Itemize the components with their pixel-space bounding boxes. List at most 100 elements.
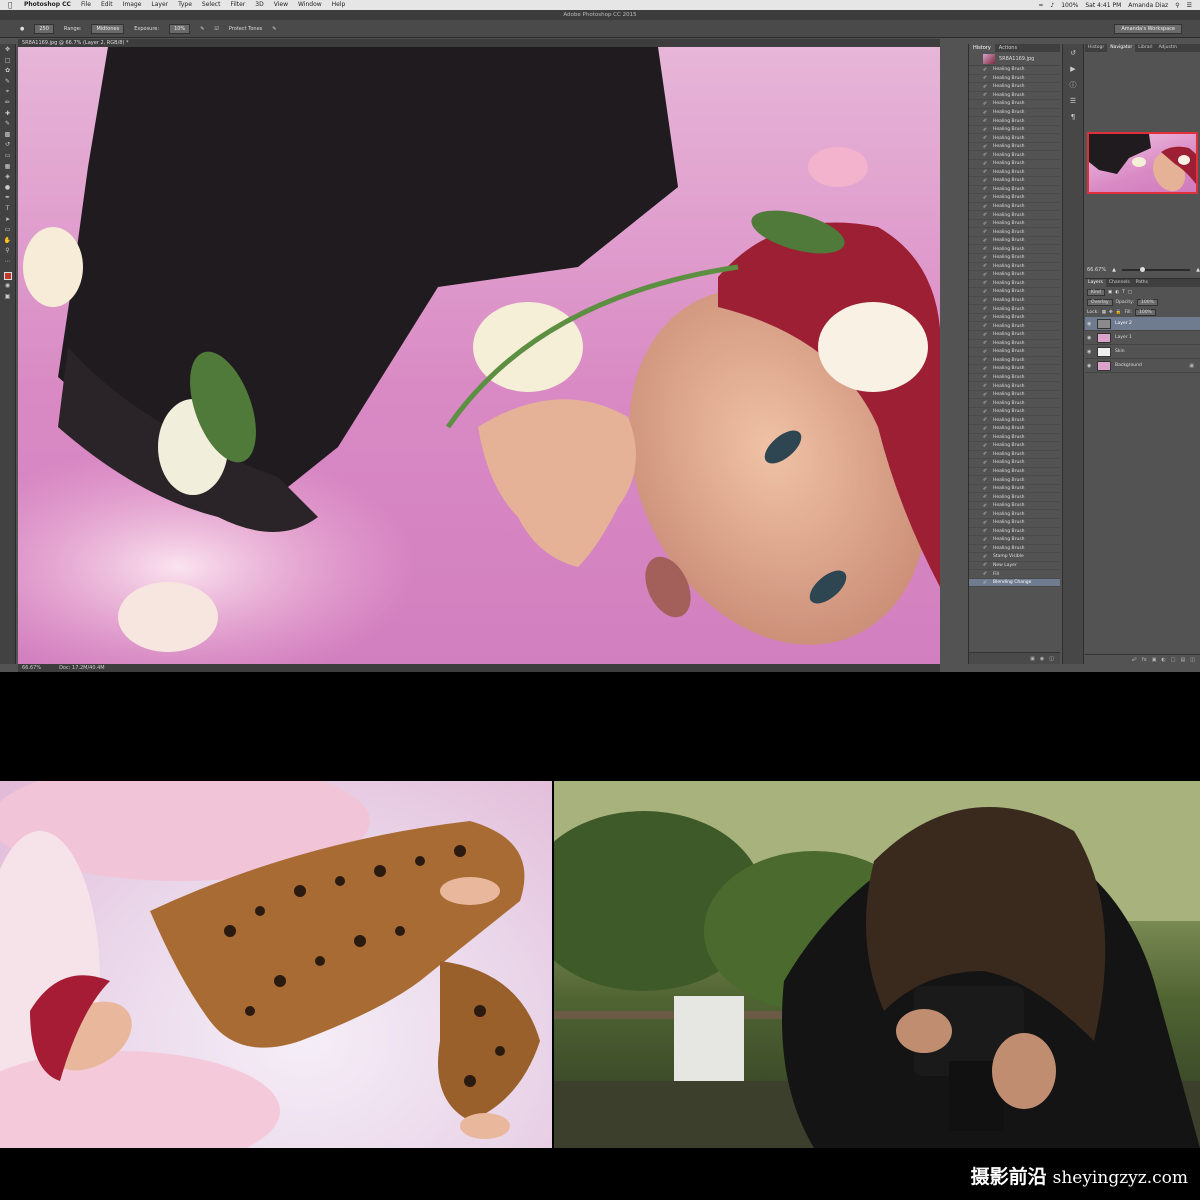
history-item[interactable]: ✐ Healing Brush [969,117,1060,126]
history-item[interactable]: ✐ Healing Brush [969,169,1060,178]
battery-text[interactable]: 100% [1061,2,1078,9]
lock-all-icon[interactable]: 🔒 [1116,310,1122,315]
tab-histogram[interactable]: Histogr [1085,44,1107,52]
menu-window[interactable]: Window [298,0,322,10]
eye-icon[interactable]: ◉ [1087,321,1093,327]
tab-adjustments[interactable]: Adjustm [1156,44,1180,52]
history-item[interactable]: ✐ Healing Brush [969,348,1060,357]
zoom-in-icon[interactable]: ▲ [1196,267,1200,273]
history-item[interactable]: ✐ Healing Brush [969,211,1060,220]
user-name[interactable]: Amanda Diaz [1128,2,1168,9]
history-item[interactable]: ✐ Healing Brush [969,75,1060,84]
tab-paths[interactable]: Paths [1133,279,1151,287]
volume-icon[interactable]: ♪ [1050,2,1054,9]
history-item[interactable]: ✐ Stamp Visible [969,553,1060,562]
link-layers-icon[interactable]: ☍ [1132,657,1137,663]
move-tool-icon[interactable]: ✥ [3,45,13,54]
eraser-tool-icon[interactable]: ▭ [3,151,13,160]
tab-history[interactable]: History [969,44,995,52]
type-tool-icon[interactable]: T [3,204,13,213]
history-item[interactable]: ✐ Healing Brush [969,228,1060,237]
history-item[interactable]: ✐ Healing Brush [969,510,1060,519]
history-item[interactable]: ✐ Healing Brush [969,399,1060,408]
history-item[interactable]: ✐ Healing Brush [969,271,1060,280]
airbrush-icon[interactable]: ✎ [200,26,204,32]
pen-tool-icon[interactable]: ✒ [3,193,13,202]
navigator-zoom-value[interactable]: 66.67% [1087,267,1106,273]
doc-size[interactable]: Doc: 17.2M/40.4M [59,664,105,672]
lasso-tool-icon[interactable]: ✿ [3,66,13,75]
dodge-tool-icon[interactable]: ● [3,183,13,192]
lock-pixels-icon[interactable]: ▦ [1102,310,1106,315]
group-icon[interactable]: □ [1171,657,1176,663]
history-item[interactable]: ✐ Healing Brush [969,66,1060,75]
more-tools-icon[interactable]: ⋯ [3,257,13,266]
history-item[interactable]: ✐ Healing Brush [969,245,1060,255]
menu-list-icon[interactable]: ☰ [1187,2,1192,9]
info-icon[interactable]: ⓘ [1068,80,1078,90]
history-item[interactable]: ✐ Healing Brush [969,451,1060,460]
tab-actions[interactable]: Actions [995,44,1021,52]
eye-icon[interactable]: ◉ [1087,363,1093,369]
menu-select[interactable]: Select [202,0,221,10]
history-item[interactable]: ✐ Healing Brush [969,143,1060,152]
zoom-readout[interactable]: 66.67% [22,664,41,672]
history-item[interactable]: ✐ Healing Brush [969,254,1060,263]
fill-input[interactable]: 100% [1134,308,1156,316]
zoom-out-icon[interactable]: ▲ [1112,267,1116,273]
dodge-tool-icon[interactable]: ● [20,26,24,32]
history-item[interactable]: ✐ Blending Change [969,578,1060,588]
filter-shape-icon[interactable]: □ [1128,290,1132,295]
filter-type-icon[interactable]: T [1122,290,1125,295]
navigator-preview[interactable] [1087,132,1198,194]
history-item[interactable]: ✐ Healing Brush [969,357,1060,366]
history-item[interactable]: ✐ Healing Brush [969,186,1060,195]
adjustment-layer-icon[interactable]: ◐ [1161,657,1165,663]
history-item[interactable]: ✐ Healing Brush [969,83,1060,92]
history-item[interactable]: ✐ Healing Brush [969,297,1060,306]
shape-tool-icon[interactable]: ▭ [3,225,13,234]
history-item[interactable]: ✐ Fill [969,570,1060,579]
layer-row[interactable]: ◉ Layer 2 [1085,317,1200,331]
eye-icon[interactable]: ◉ [1087,335,1093,341]
history-item[interactable]: ✐ Healing Brush [969,288,1060,297]
history-item[interactable]: ✐ Healing Brush [969,416,1060,425]
tab-navigator[interactable]: Navigator [1107,44,1136,52]
eyedropper-tool-icon[interactable]: ✏ [3,98,13,107]
delete-layer-icon[interactable]: ◫ [1190,657,1195,663]
quick-select-tool-icon[interactable]: ✎ [3,77,13,86]
menu-layer[interactable]: Layer [151,0,168,10]
history-item[interactable]: ✐ Healing Brush [969,220,1060,229]
layer-row[interactable]: ◉ Layer 1 [1085,331,1200,345]
menu-filter[interactable]: Filter [230,0,245,10]
history-item[interactable]: ✐ Healing Brush [969,434,1060,443]
zoom-tool-icon[interactable]: ⚲ [3,246,13,255]
document-tab[interactable]: 5R8A1169.jpg @ 66.7% (Layer 2, RGB/8) * [18,39,940,47]
exposure-input[interactable]: 10% [169,23,191,34]
history-item[interactable]: ✐ Healing Brush [969,365,1060,374]
history-item[interactable]: ✐ Healing Brush [969,109,1060,118]
properties-icon[interactable]: ☰ [1068,96,1078,106]
menu-edit[interactable]: Edit [101,0,113,10]
add-mask-icon[interactable]: ▣ [1152,657,1157,663]
history-item[interactable]: ✐ Healing Brush [969,468,1060,477]
history-snapshot[interactable]: 5R8A1169.jpg [969,52,1060,66]
history-item[interactable]: ✐ Healing Brush [969,391,1060,400]
menu-3d[interactable]: 3D [255,0,263,10]
eye-icon[interactable]: ◉ [1087,349,1093,355]
filter-pixel-icon[interactable]: ▣ [1108,290,1112,295]
history-item[interactable]: ✐ Healing Brush [969,442,1060,451]
crop-tool-icon[interactable]: ⌖ [3,87,13,96]
history-item[interactable]: ✐ Healing Brush [969,314,1060,323]
history-panel-icon[interactable]: ↺ [1068,48,1078,58]
history-item[interactable]: ✐ Healing Brush [969,100,1060,109]
brush-size-picker[interactable]: 250 [34,23,54,34]
history-item[interactable]: ✐ Healing Brush [969,305,1060,314]
history-item[interactable]: ✐ Healing Brush [969,126,1060,135]
fx-icon[interactable]: fx [1142,657,1147,663]
paragraph-icon[interactable]: ¶ [1068,112,1078,122]
history-item[interactable]: ✐ Healing Brush [969,528,1060,537]
tab-layers[interactable]: Layers [1085,279,1106,287]
gradient-tool-icon[interactable]: ▦ [3,162,13,171]
hand-tool-icon[interactable]: ✋ [3,236,13,245]
